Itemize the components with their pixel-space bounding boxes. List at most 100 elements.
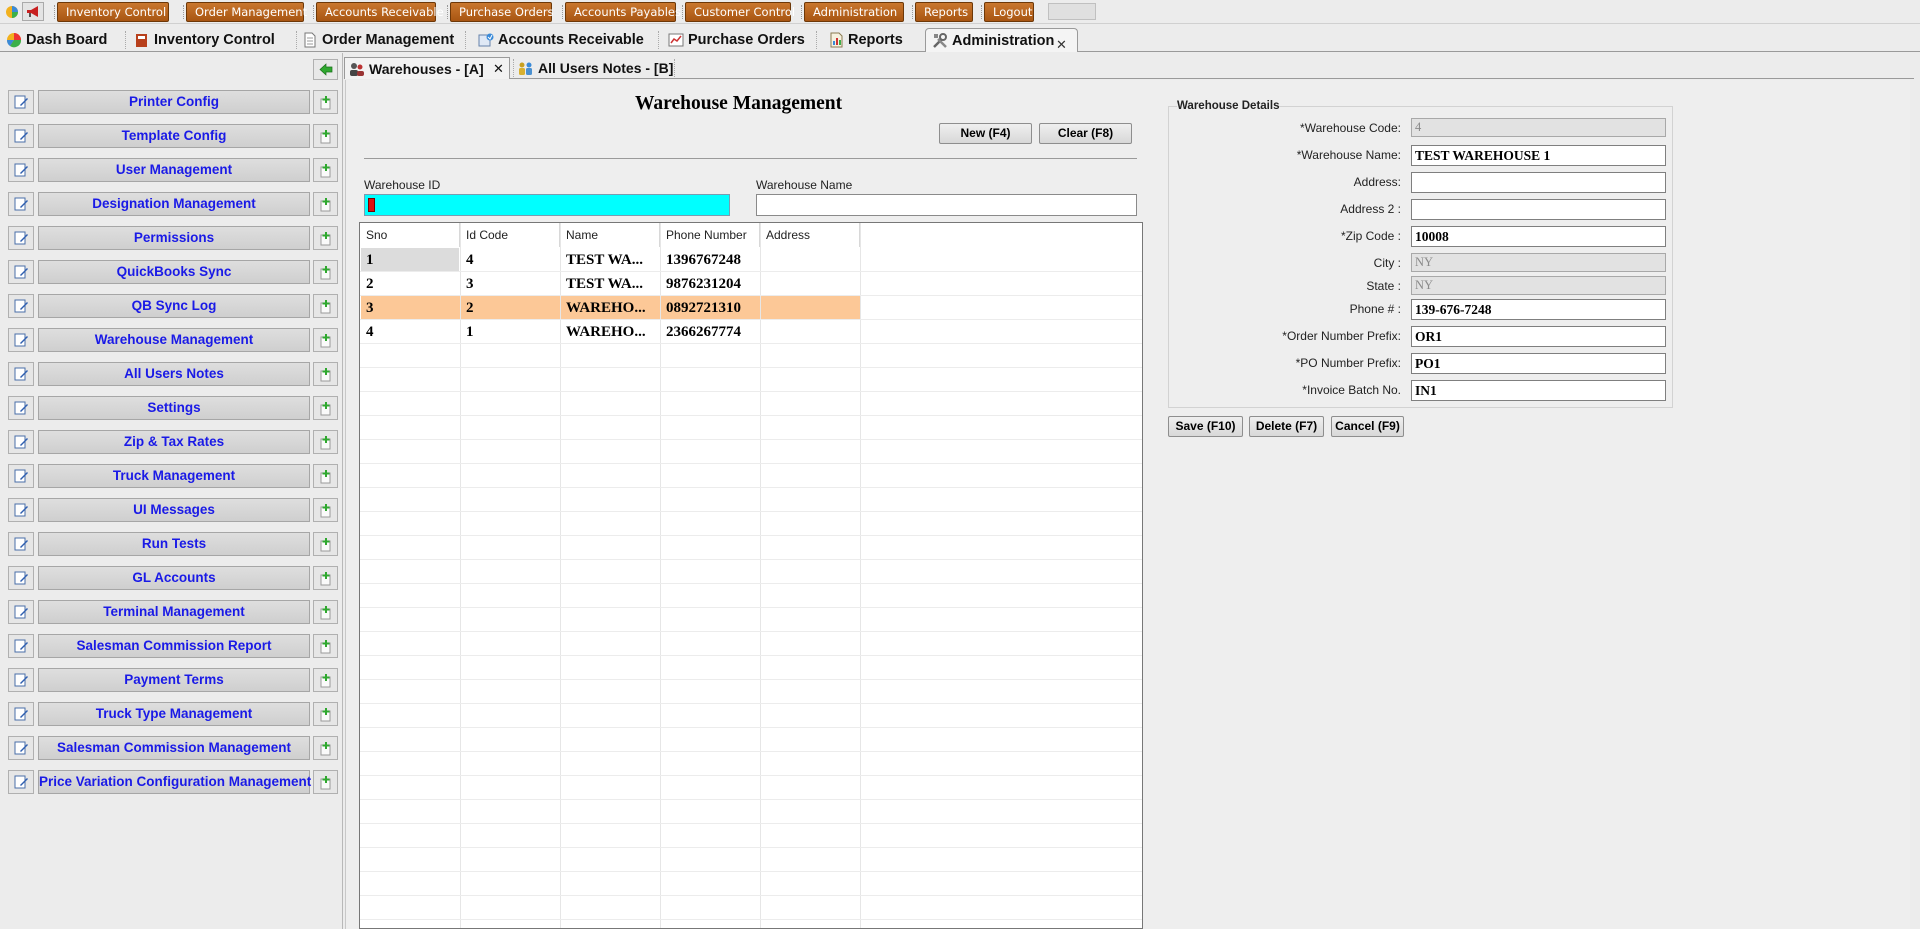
- new-button[interactable]: New (F4): [939, 123, 1032, 144]
- sidebar-item-button[interactable]: Settings: [38, 396, 310, 420]
- table-cell[interactable]: [760, 272, 860, 296]
- add-icon[interactable]: [313, 430, 338, 454]
- sidebar-item-button[interactable]: Zip & Tax Rates: [38, 430, 310, 454]
- sidebar-item-button[interactable]: Truck Type Management: [38, 702, 310, 726]
- table-cell[interactable]: WAREHO...: [560, 320, 660, 344]
- edit-icon[interactable]: [8, 532, 34, 556]
- warehouse-id-input[interactable]: [364, 194, 730, 216]
- sidebar-item-button[interactable]: Truck Management: [38, 464, 310, 488]
- edit-icon[interactable]: [8, 396, 34, 420]
- add-icon[interactable]: [313, 124, 338, 148]
- table-cell[interactable]: 0892721310: [660, 296, 760, 320]
- table-cell[interactable]: 2: [460, 296, 560, 320]
- edit-icon[interactable]: [8, 498, 34, 522]
- field-input[interactable]: 10008: [1411, 226, 1666, 247]
- table-cell[interactable]: WAREHO...: [560, 296, 660, 320]
- add-icon[interactable]: [313, 498, 338, 522]
- field-input[interactable]: TEST WAREHOUSE 1: [1411, 145, 1666, 166]
- sidebar-item-button[interactable]: Permissions: [38, 226, 310, 250]
- table-cell[interactable]: 3: [360, 296, 460, 320]
- table-cell[interactable]: 9876231204: [660, 272, 760, 296]
- table-cell[interactable]: TEST WA...: [560, 272, 660, 296]
- field-input[interactable]: PO1: [1411, 353, 1666, 374]
- add-icon[interactable]: [313, 566, 338, 590]
- column-header[interactable]: Name: [560, 223, 660, 247]
- field-input[interactable]: 139-676-7248: [1411, 299, 1666, 320]
- tab-order-management[interactable]: Order Management: [296, 28, 458, 52]
- customer-control-button[interactable]: Customer Control: [682, 2, 795, 22]
- sidebar-item-button[interactable]: All Users Notes: [38, 362, 310, 386]
- sidebar-item-button[interactable]: Terminal Management: [38, 600, 310, 624]
- table-cell[interactable]: 1396767248: [660, 248, 760, 272]
- add-icon[interactable]: [313, 600, 338, 624]
- tab-reports[interactable]: Reports: [822, 28, 920, 52]
- add-icon[interactable]: [313, 260, 338, 284]
- add-icon[interactable]: [313, 736, 338, 760]
- add-icon[interactable]: [313, 532, 338, 556]
- accounts-receivable-button[interactable]: Accounts Receivable: [313, 2, 444, 22]
- table-cell[interactable]: 3: [460, 272, 560, 296]
- edit-icon[interactable]: [8, 600, 34, 624]
- tab-warehouses[interactable]: Warehouses - [A] ✕: [344, 57, 510, 79]
- delete-button[interactable]: Delete (F7): [1249, 416, 1324, 437]
- field-input[interactable]: OR1: [1411, 326, 1666, 347]
- edit-icon[interactable]: [8, 328, 34, 352]
- sidebar-item-button[interactable]: Template Config: [38, 124, 310, 148]
- table-cell[interactable]: TEST WA...: [560, 248, 660, 272]
- column-header[interactable]: Id Code: [460, 223, 560, 247]
- save-button[interactable]: Save (F10): [1168, 416, 1243, 437]
- sidebar-item-button[interactable]: Printer Config: [38, 90, 310, 114]
- logout-button[interactable]: Logout: [981, 2, 1034, 22]
- add-icon[interactable]: [313, 634, 338, 658]
- reports-button[interactable]: Reports: [912, 2, 973, 22]
- add-icon[interactable]: [313, 770, 338, 794]
- order-management-button[interactable]: Order Management: [183, 2, 307, 22]
- edit-icon[interactable]: [8, 702, 34, 726]
- add-icon[interactable]: [313, 362, 338, 386]
- add-icon[interactable]: [313, 328, 338, 352]
- sidebar-item-button[interactable]: Salesman Commission Management: [38, 736, 310, 760]
- app-logo-icon[interactable]: [4, 4, 20, 20]
- sidebar-item-button[interactable]: Warehouse Management: [38, 328, 310, 352]
- edit-icon[interactable]: [8, 362, 34, 386]
- close-icon[interactable]: ✕: [1056, 33, 1067, 57]
- field-input[interactable]: [1411, 199, 1666, 220]
- field-input[interactable]: [1411, 172, 1666, 193]
- table-cell[interactable]: 2366267774: [660, 320, 760, 344]
- edit-icon[interactable]: [8, 294, 34, 318]
- table-cell[interactable]: 4: [460, 248, 560, 272]
- edit-icon[interactable]: [8, 668, 34, 692]
- sidebar-item-button[interactable]: Designation Management: [38, 192, 310, 216]
- sidebar-item-button[interactable]: QB Sync Log: [38, 294, 310, 318]
- announcement-button[interactable]: [22, 2, 44, 21]
- tab-inventory-control[interactable]: Inventory Control: [128, 28, 288, 52]
- table-cell[interactable]: 1: [360, 248, 460, 272]
- edit-icon[interactable]: [8, 770, 34, 794]
- sidebar-item-button[interactable]: Payment Terms: [38, 668, 310, 692]
- edit-icon[interactable]: [8, 124, 34, 148]
- edit-icon[interactable]: [8, 566, 34, 590]
- add-icon[interactable]: [313, 226, 338, 250]
- edit-icon[interactable]: [8, 430, 34, 454]
- table-cell[interactable]: 4: [360, 320, 460, 344]
- administration-button[interactable]: Administration: [801, 2, 904, 22]
- edit-icon[interactable]: [8, 192, 34, 216]
- edit-icon[interactable]: [8, 226, 34, 250]
- sidebar-item-button[interactable]: UI Messages: [38, 498, 310, 522]
- field-input[interactable]: IN1: [1411, 380, 1666, 401]
- column-header[interactable]: Address: [760, 223, 860, 247]
- edit-icon[interactable]: [8, 634, 34, 658]
- sidebar-item-button[interactable]: Salesman Commission Report: [38, 634, 310, 658]
- purchase-orders-button[interactable]: Purchase Orders: [447, 2, 554, 22]
- add-icon[interactable]: [313, 668, 338, 692]
- tab-accounts-receivable[interactable]: Accounts Receivable: [472, 28, 652, 52]
- table-cell[interactable]: [760, 320, 860, 344]
- tab-dash-board[interactable]: Dash Board: [0, 28, 120, 52]
- table-cell[interactable]: [760, 296, 860, 320]
- add-icon[interactable]: [313, 702, 338, 726]
- tab-administration[interactable]: Administration ✕: [925, 28, 1078, 52]
- add-icon[interactable]: [313, 90, 338, 114]
- add-icon[interactable]: [313, 294, 338, 318]
- edit-icon[interactable]: [8, 158, 34, 182]
- sidebar-item-button[interactable]: User Management: [38, 158, 310, 182]
